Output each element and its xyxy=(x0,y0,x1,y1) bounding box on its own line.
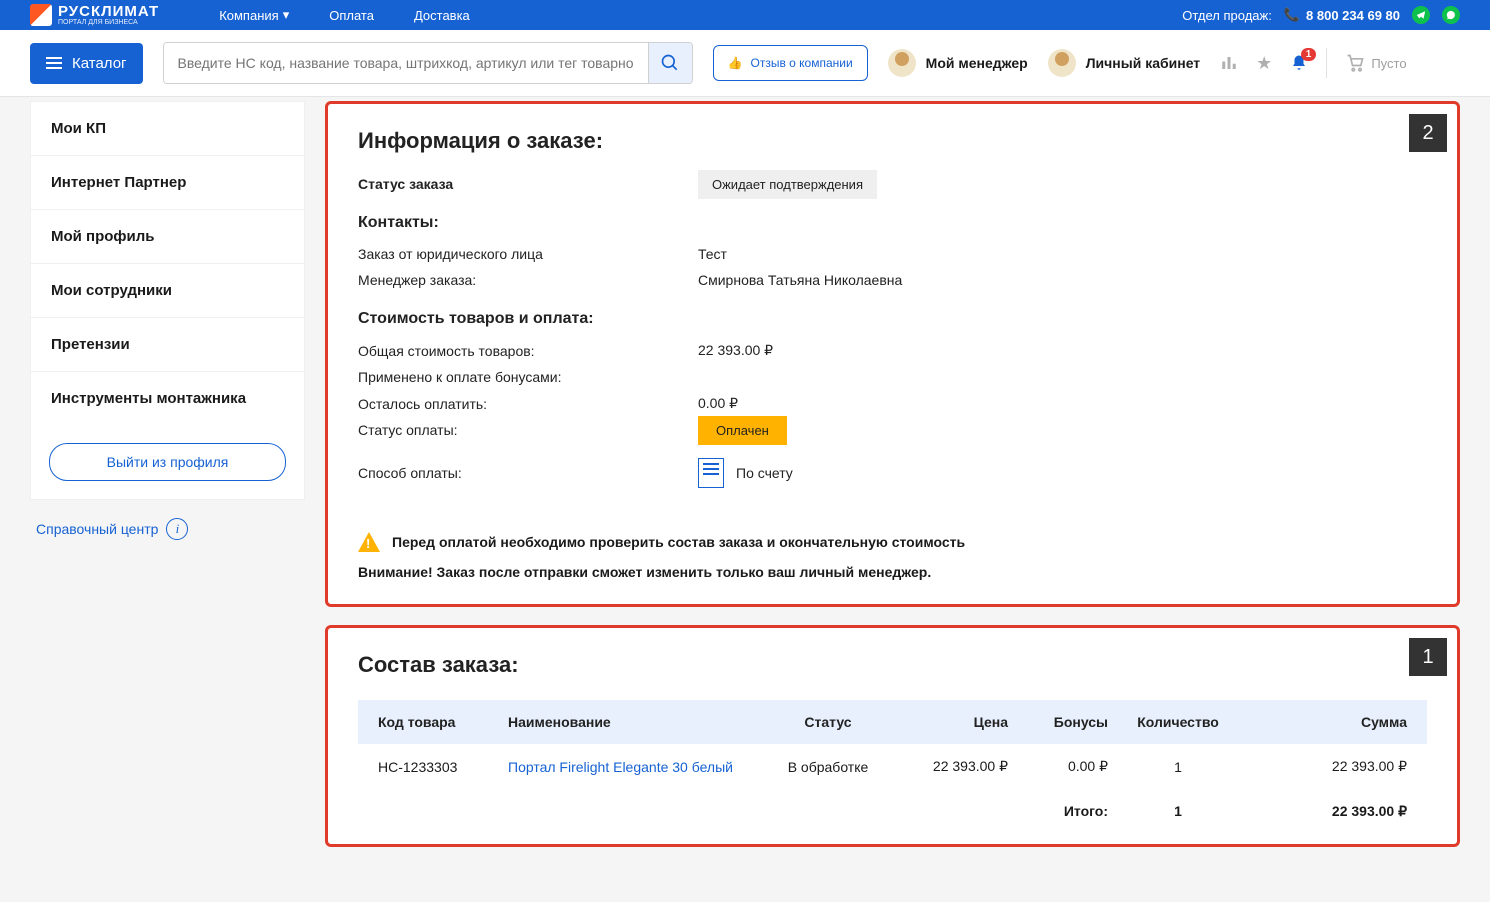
nav-payment[interactable]: Оплата xyxy=(329,7,374,23)
col-bonus: Бонусы xyxy=(1008,714,1108,730)
col-code: Код товара xyxy=(378,714,508,730)
footer-label: Итого: xyxy=(1008,803,1108,820)
cell-price: 22 393.00 ₽ xyxy=(888,758,1008,775)
brand-sub: ПОРТАЛ ДЛЯ БИЗНЕСА xyxy=(58,19,159,26)
table-row: НС-1233303 Портал Firelight Elegante 30 … xyxy=(358,744,1427,789)
contacts-heading: Контакты: xyxy=(358,214,1427,232)
order-status-label: Статус заказа xyxy=(358,176,698,192)
search-icon xyxy=(660,53,680,73)
cell-status: В обработке xyxy=(768,759,888,775)
attention-line: Внимание! Заказ после отправки сможет из… xyxy=(358,564,1427,580)
catalog-button[interactable]: Каталог xyxy=(30,43,143,84)
warning-icon xyxy=(358,532,380,552)
search-button[interactable] xyxy=(648,43,692,83)
order-info-title: Информация о заказе: xyxy=(358,128,1427,154)
paymethod-value: По счету xyxy=(736,465,793,481)
cost-heading: Стоимость товаров и оплата: xyxy=(358,310,1427,328)
brand-name: РУСКЛИМАТ xyxy=(58,4,159,19)
telegram-icon[interactable] xyxy=(1412,6,1430,24)
help-center-link[interactable]: Справочный центр i xyxy=(30,500,305,558)
sidebar-item-staff[interactable]: Мои сотрудники xyxy=(31,263,304,317)
cart-link[interactable]: Пусто xyxy=(1345,53,1406,73)
sidebar-item-claims[interactable]: Претензии xyxy=(31,317,304,371)
paymethod-label: Способ оплаты: xyxy=(358,465,698,481)
panel-annotation-2: 2 xyxy=(1409,114,1447,152)
my-manager-link[interactable]: Мой менеджер xyxy=(888,49,1028,77)
order-from-value: Тест xyxy=(698,246,727,262)
remaining-value: 0.00 ₽ xyxy=(698,395,738,412)
search-bar xyxy=(163,42,693,84)
bonus-applied-label: Применено к оплате бонусами: xyxy=(358,369,698,385)
warning-line: Перед оплатой необходимо проверить соста… xyxy=(358,532,1427,552)
paystatus-value: Оплачен xyxy=(698,416,787,445)
order-manager-label: Менеджер заказа: xyxy=(358,272,698,288)
stats-icon[interactable] xyxy=(1220,54,1238,72)
footer-qty: 1 xyxy=(1108,803,1248,820)
phone-link[interactable]: 📞 8 800 234 69 80 xyxy=(1284,7,1400,23)
cell-sum: 22 393.00 ₽ xyxy=(1248,758,1407,775)
sidebar-item-partner[interactable]: Интернет Партнер xyxy=(31,155,304,209)
col-qty: Количество xyxy=(1108,714,1248,730)
invoice-icon xyxy=(698,458,724,488)
search-input[interactable] xyxy=(164,43,648,83)
order-items-panel: 1 Состав заказа: Код товара Наименование… xyxy=(325,625,1460,847)
cell-name-link[interactable]: Портал Firelight Elegante 30 белый xyxy=(508,759,768,775)
order-items-title: Состав заказа: xyxy=(358,652,1427,678)
nav-delivery[interactable]: Доставка xyxy=(414,7,470,23)
phone-icon: 📞 xyxy=(1284,7,1300,23)
total-cost-label: Общая стоимость товаров: xyxy=(358,343,698,359)
col-price: Цена xyxy=(888,714,1008,730)
order-manager-value: Смирнова Татьяна Николаевна xyxy=(698,272,902,288)
manager-avatar xyxy=(888,49,916,77)
star-icon[interactable]: ★ xyxy=(1256,53,1272,74)
paystatus-label: Статус оплаты: xyxy=(358,422,698,438)
thumbs-up-icon: 👍 xyxy=(728,56,743,70)
footer-sum: 22 393.00 ₽ xyxy=(1248,803,1407,820)
notifications-bell[interactable]: 1 xyxy=(1290,54,1308,72)
col-name: Наименование xyxy=(508,714,768,730)
sidebar-item-tools[interactable]: Инструменты монтажника xyxy=(31,371,304,425)
col-status: Статус xyxy=(768,714,888,730)
review-button[interactable]: 👍 Отзыв о компании xyxy=(713,45,868,81)
chevron-down-icon: ▾ xyxy=(283,7,290,23)
order-status-value: Ожидает подтверждения xyxy=(698,170,877,199)
nav-company[interactable]: Компания ▾ xyxy=(219,7,289,23)
divider xyxy=(1326,48,1327,78)
order-info-panel: 2 Информация о заказе: Статус заказа Ожи… xyxy=(325,101,1460,607)
notification-badge: 1 xyxy=(1301,48,1317,61)
order-from-label: Заказ от юридического лица xyxy=(358,246,698,262)
col-sum: Сумма xyxy=(1248,714,1407,730)
sidebar-item-kp[interactable]: Мои КП xyxy=(31,102,304,155)
info-icon: i xyxy=(166,518,188,540)
cell-qty: 1 xyxy=(1108,759,1248,775)
whatsapp-icon[interactable] xyxy=(1442,6,1460,24)
user-avatar xyxy=(1048,49,1076,77)
personal-cabinet-link[interactable]: Личный кабинет xyxy=(1048,49,1200,77)
cell-bonus: 0.00 ₽ xyxy=(1008,758,1108,775)
logo[interactable]: РУСКЛИМАТ ПОРТАЛ ДЛЯ БИЗНЕСА xyxy=(30,4,159,26)
panel-annotation-1: 1 xyxy=(1409,638,1447,676)
hamburger-icon xyxy=(46,57,62,69)
sales-label: Отдел продаж: xyxy=(1182,8,1272,23)
cell-code: НС-1233303 xyxy=(378,759,508,775)
sidebar-item-profile[interactable]: Мой профиль xyxy=(31,209,304,263)
logo-icon xyxy=(30,4,52,26)
total-cost-value: 22 393.00 ₽ xyxy=(698,342,773,359)
cart-icon xyxy=(1345,53,1365,73)
remaining-label: Осталось оплатить: xyxy=(358,396,698,412)
logout-button[interactable]: Выйти из профиля xyxy=(49,443,286,481)
sidebar-nav: Мои КП Интернет Партнер Мой профиль Мои … xyxy=(30,101,305,500)
order-items-table: Код товара Наименование Статус Цена Бону… xyxy=(358,700,1427,834)
